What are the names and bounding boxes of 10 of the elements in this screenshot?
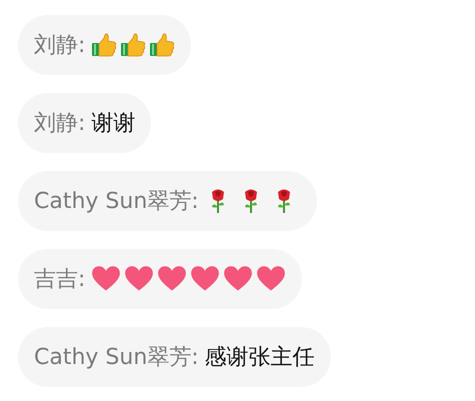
message-text: 谢谢 [91,110,136,138]
thumbs-up-icon [91,32,118,58]
sender-name: 吉吉: [34,266,86,294]
sender-name: 刘静: [34,110,86,138]
thumbs-up-icon [120,32,146,58]
sender-name: Cathy Sun翠芳: [34,344,199,372]
thumbs-up-icon [149,32,176,58]
sender-name: 刘静: [34,32,86,60]
sender-name: Cathy Sun翠芳: [34,188,199,216]
message-text: 感谢张主任 [204,344,315,372]
